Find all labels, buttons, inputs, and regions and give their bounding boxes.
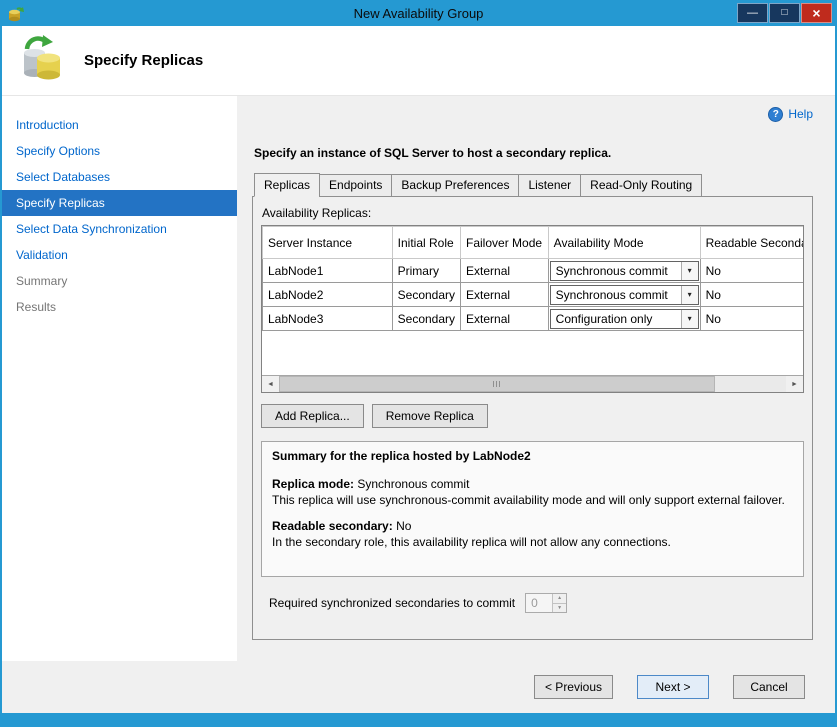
minimize-button[interactable]: — <box>737 3 768 23</box>
next-button[interactable]: Next > <box>637 675 709 699</box>
availability-group-icon <box>18 34 66 87</box>
cell-failover-mode: External <box>461 307 549 331</box>
cell-availability-mode: Configuration only ▾ <box>548 307 700 331</box>
cell-initial-role: Secondary <box>392 283 460 307</box>
cell-server-instance: LabNode2 <box>263 283 393 307</box>
scrollbar-track[interactable] <box>279 376 786 392</box>
required-secondaries-stepper: 0 ▲ ▼ <box>525 593 567 613</box>
window-title: New Availability Group <box>2 6 835 21</box>
summary-readable-secondary-description: In the secondary role, this availability… <box>272 535 793 551</box>
column-server-instance: Server Instance <box>263 227 393 259</box>
table-row: LabNode3 Secondary External Configuratio… <box>263 307 805 331</box>
help-row: ? Help <box>252 104 813 124</box>
table-row: LabNode2 Secondary External Synchronous … <box>263 283 805 307</box>
sidebar-item-summary: Summary <box>2 268 237 294</box>
tab-strip: Replicas Endpoints Backup Preferences Li… <box>252 174 813 197</box>
cell-readable-secondary[interactable]: No <box>700 259 804 283</box>
replica-summary-box: Summary for the replica hosted by LabNod… <box>261 441 804 577</box>
sidebar-item-select-data-synchronization[interactable]: Select Data Synchronization <box>2 216 237 242</box>
wizard-body: Introduction Specify Options Select Data… <box>2 96 835 661</box>
instruction-text: Specify an instance of SQL Server to hos… <box>254 146 813 160</box>
summary-replica-mode: Replica mode: Synchronous commit <box>272 477 793 493</box>
cell-failover-mode: External <box>461 283 549 307</box>
availability-mode-dropdown[interactable]: Synchronous commit ▾ <box>550 285 699 305</box>
required-secondaries-value: 0 <box>526 594 552 612</box>
wizard-steps-sidebar: Introduction Specify Options Select Data… <box>2 96 237 661</box>
availability-mode-dropdown[interactable]: Synchronous commit ▾ <box>550 261 699 281</box>
cell-initial-role: Primary <box>392 259 460 283</box>
availability-mode-dropdown[interactable]: Configuration only ▾ <box>550 309 699 329</box>
sidebar-item-validation[interactable]: Validation <box>2 242 237 268</box>
cell-server-instance: LabNode3 <box>263 307 393 331</box>
titlebar[interactable]: New Availability Group — □ × <box>2 0 835 26</box>
app-icon <box>7 5 24 22</box>
summary-readable-secondary: Readable secondary: No <box>272 519 793 535</box>
previous-button[interactable]: < Previous <box>534 675 613 699</box>
chevron-down-icon[interactable]: ▾ <box>681 262 698 280</box>
cell-failover-mode: External <box>461 259 549 283</box>
replicas-grid: Server Instance Initial Role Failover Mo… <box>261 225 804 393</box>
replica-buttons-row: Add Replica... Remove Replica <box>261 404 804 428</box>
cell-readable-secondary[interactable]: No <box>700 307 804 331</box>
close-button[interactable]: × <box>801 3 832 23</box>
tab-backup-preferences[interactable]: Backup Preferences <box>391 174 519 197</box>
wizard-footer: < Previous Next > Cancel <box>2 661 835 713</box>
scroll-right-icon[interactable]: ► <box>786 376 803 392</box>
remove-replica-button[interactable]: Remove Replica <box>372 404 488 428</box>
cell-availability-mode: Synchronous commit ▾ <box>548 283 700 307</box>
cell-server-instance: LabNode1 <box>263 259 393 283</box>
sidebar-item-select-databases[interactable]: Select Databases <box>2 164 237 190</box>
chevron-down-icon[interactable]: ▾ <box>681 286 698 304</box>
help-icon: ? <box>768 107 783 122</box>
chevron-down-icon[interactable]: ▾ <box>681 310 698 328</box>
column-readable-secondary: Readable Secondary <box>700 227 804 259</box>
horizontal-scrollbar[interactable]: ◄ ► <box>262 375 803 392</box>
help-link[interactable]: Help <box>788 107 813 121</box>
scroll-left-icon[interactable]: ◄ <box>262 376 279 392</box>
column-failover-mode: Failover Mode <box>461 227 549 259</box>
add-replica-button[interactable]: Add Replica... <box>261 404 364 428</box>
required-secondaries-row: Required synchronized secondaries to com… <box>269 593 804 613</box>
page-title: Specify Replicas <box>84 52 203 69</box>
cancel-button[interactable]: Cancel <box>733 675 805 699</box>
cell-initial-role: Secondary <box>392 307 460 331</box>
column-initial-role: Initial Role <box>392 227 460 259</box>
summary-title: Summary for the replica hosted by LabNod… <box>272 449 793 465</box>
tab-replicas[interactable]: Replicas <box>254 173 320 197</box>
tab-read-only-routing[interactable]: Read-Only Routing <box>580 174 702 197</box>
window-controls: — □ × <box>737 3 832 23</box>
tab-endpoints[interactable]: Endpoints <box>319 174 392 197</box>
cell-readable-secondary[interactable]: No <box>700 283 804 307</box>
wizard-header: Specify Replicas <box>2 26 835 96</box>
summary-replica-mode-description: This replica will use synchronous-commit… <box>272 493 793 509</box>
spinner-down-icon: ▼ <box>553 603 566 613</box>
sidebar-item-specify-options[interactable]: Specify Options <box>2 138 237 164</box>
tab-listener[interactable]: Listener <box>518 174 581 197</box>
sidebar-item-specify-replicas[interactable]: Specify Replicas <box>2 190 237 216</box>
sidebar-item-results: Results <box>2 294 237 320</box>
availability-replicas-label: Availability Replicas: <box>262 206 804 220</box>
spinner-up-icon: ▲ <box>553 594 566 603</box>
new-availability-group-window: New Availability Group — □ × Specify Rep… <box>0 0 837 727</box>
table-row: LabNode1 Primary External Synchronous co… <box>263 259 805 283</box>
scrollbar-thumb[interactable] <box>279 376 715 392</box>
sidebar-item-introduction[interactable]: Introduction <box>2 112 237 138</box>
replicas-tab-panel: Availability Replicas: Server Instance I… <box>252 196 813 640</box>
maximize-button[interactable]: □ <box>769 3 800 23</box>
replicas-table: Server Instance Initial Role Failover Mo… <box>262 226 804 331</box>
wizard-content: ? Help Specify an instance of SQL Server… <box>237 96 835 661</box>
cell-availability-mode: Synchronous commit ▾ <box>548 259 700 283</box>
table-header-row: Server Instance Initial Role Failover Mo… <box>263 227 805 259</box>
required-secondaries-label: Required synchronized secondaries to com… <box>269 596 515 610</box>
column-availability-mode: Availability Mode <box>548 227 700 259</box>
